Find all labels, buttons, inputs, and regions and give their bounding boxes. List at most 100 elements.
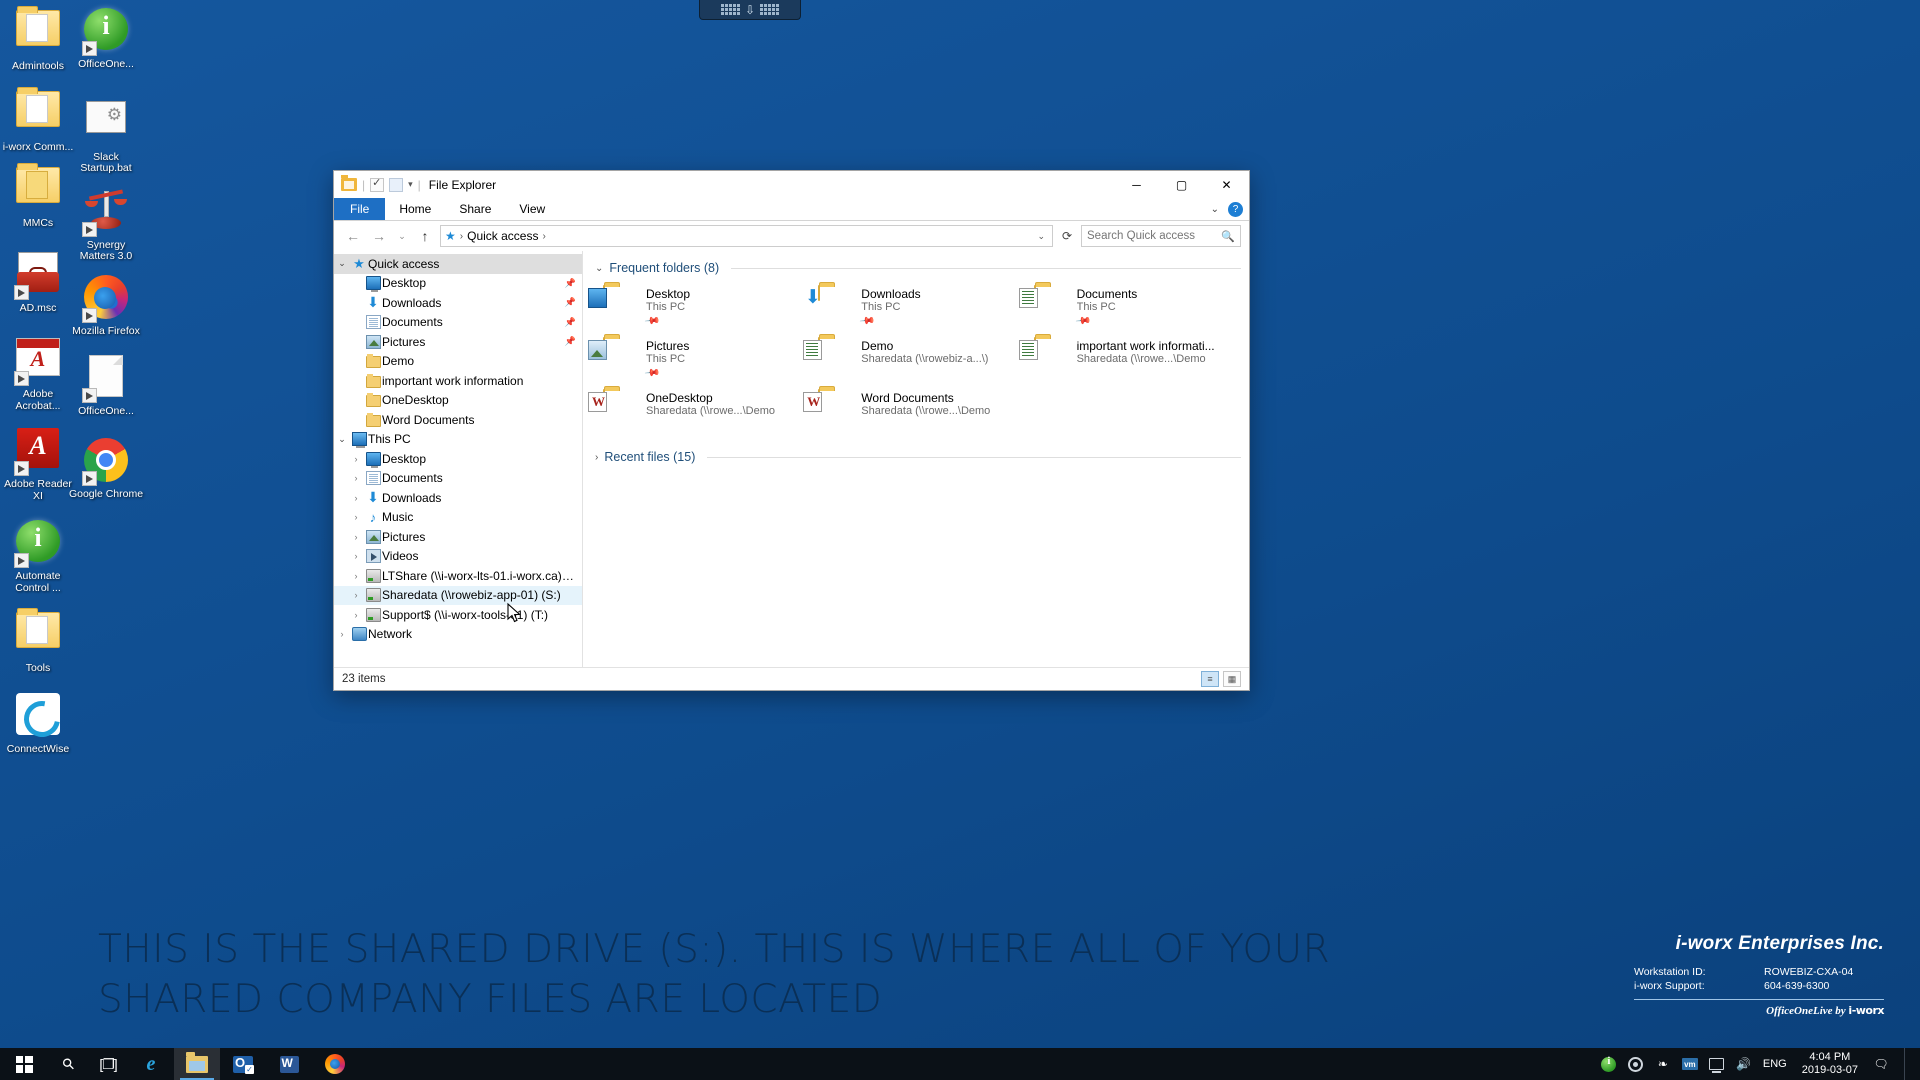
tab-share[interactable]: Share (445, 198, 505, 220)
taskbar-app-internet-explorer[interactable]: e (128, 1048, 174, 1080)
tree-item-word-documents[interactable]: Word Documents (334, 410, 582, 430)
pin-icon[interactable]: 📌 (1075, 313, 1092, 329)
chevron-down-icon[interactable]: ⌄ (1037, 231, 1048, 242)
taskbar[interactable]: ⚲ [❐] e ✓ ❧ vm 🔊 ENG 4:04 PM 2019-03-07 … (0, 1048, 1920, 1080)
desktop-icon-admintools[interactable]: Admintools (0, 6, 76, 73)
desktop-icon-officeone-2[interactable]: OfficeOne... (68, 355, 144, 418)
taskbar-search-button[interactable]: ⚲ (48, 1048, 88, 1080)
file-explorer-window[interactable]: | ▾ | File Explorer ─ ▢ ✕ File Home Shar… (333, 170, 1250, 691)
chevron-right-icon[interactable]: › (348, 454, 364, 464)
search-input[interactable]: Search Quick access 🔍 (1081, 225, 1241, 247)
tree-item-network[interactable]: › Network (334, 625, 582, 645)
chevron-right-icon[interactable]: › (348, 571, 364, 581)
window-titlebar[interactable]: | ▾ | File Explorer ─ ▢ ✕ (334, 171, 1249, 198)
new-folder-icon[interactable] (389, 177, 404, 192)
frequent-folders-header[interactable]: ⌄ Frequent folders (8) (595, 261, 1241, 275)
system-tray[interactable]: ❧ vm 🔊 ENG 4:04 PM 2019-03-07 🗨 (1601, 1048, 1920, 1080)
desktop-icon-adobe-reader[interactable]: A Adobe Reader XI (0, 428, 76, 502)
tree-item-downloads[interactable]: › ⬇ Downloads (334, 488, 582, 508)
frequent-folder-tile[interactable]: Demo Sharedata (\\rowebiz-a...\) (803, 335, 1025, 387)
desktop-icon-adobe-acrobat[interactable]: A Adobe Acrobat... (0, 338, 76, 412)
chevron-right-icon[interactable]: › (348, 590, 364, 600)
floating-connection-bar[interactable]: ⇩ (699, 0, 801, 20)
desktop-icon-slack-startup-bat[interactable]: ⚙ Slack Startup.bat (68, 100, 144, 175)
chevron-right-icon[interactable]: › (348, 532, 364, 542)
quick-access-toolbar[interactable]: | ▾ | (341, 175, 421, 192)
recent-files-header[interactable]: › Recent files (15) (595, 450, 1241, 464)
desktop-icon-automate-control[interactable]: Automate Control ... (0, 520, 76, 594)
tree-item-music[interactable]: › ♪ Music (334, 508, 582, 528)
taskbar-app-outlook[interactable]: ✓ (220, 1048, 266, 1080)
tree-item-quick-access[interactable]: ⌄ ★ Quick access (334, 254, 582, 274)
forward-button[interactable]: → (368, 225, 390, 247)
frequent-folder-tile[interactable]: Word DocumentsSharedata (\\rowe...\Demo (803, 387, 1025, 432)
slack-tray-icon[interactable]: ❧ (1655, 1056, 1671, 1072)
tree-item-support-i-worx-tools-01-t[interactable]: › Support$ (\\i-worx-tools-01) (T:) (334, 605, 582, 625)
chevron-right-icon[interactable]: › (348, 551, 364, 561)
network-tray-icon[interactable] (1709, 1056, 1725, 1073)
frequent-folder-tile[interactable]: OneDesktopSharedata (\\rowe...\Demo (588, 387, 810, 432)
large-icons-view-icon[interactable]: ▦ (1223, 671, 1241, 687)
tree-item-demo[interactable]: Demo (334, 352, 582, 372)
tree-item-important-work-information[interactable]: important work information (334, 371, 582, 391)
action-center-icon[interactable]: 🗨 (1873, 1056, 1889, 1072)
taskbar-app-firefox[interactable] (312, 1048, 358, 1080)
desktop-icon-synergy-matters[interactable]: Synergy Matters 3.0 (68, 189, 144, 263)
pin-icon[interactable]: 📌 (565, 278, 576, 289)
tree-item-pictures[interactable]: Pictures 📌 (334, 332, 582, 352)
start-button[interactable] (0, 1048, 48, 1080)
chevron-down-icon[interactable]: ⌄ (334, 258, 350, 269)
ribbon-tab-bar[interactable]: File Home Share View ⌄ ? (334, 198, 1249, 221)
back-button[interactable]: ← (342, 225, 364, 247)
tree-item-documents[interactable]: › Documents (334, 469, 582, 489)
chevron-right-icon[interactable]: › (348, 493, 364, 503)
tree-item-onedesktop[interactable]: OneDesktop (334, 391, 582, 411)
chevron-right-icon[interactable]: › (348, 473, 364, 483)
tree-item-videos[interactable]: › Videos (334, 547, 582, 567)
view-buttons[interactable]: ≡ ▦ (1201, 671, 1241, 687)
recent-locations-button[interactable]: ⌄ (394, 225, 410, 247)
pin-down-icon[interactable]: ⇩ (745, 4, 755, 16)
up-button[interactable]: ↑ (414, 225, 436, 247)
automate-tray-icon[interactable] (1601, 1055, 1617, 1072)
chevron-right-icon[interactable]: › (348, 512, 364, 522)
pin-icon[interactable]: 📌 (565, 297, 576, 308)
pin-icon[interactable]: 📌 (859, 313, 876, 329)
help-icon[interactable]: ? (1228, 202, 1243, 217)
frequent-folder-tile[interactable]: important work informati... Sharedata (\\… (1018, 335, 1241, 387)
connectwise-tray-icon[interactable] (1628, 1056, 1644, 1072)
desktop-icon-google-chrome[interactable]: Google Chrome (68, 437, 144, 501)
maximize-button[interactable]: ▢ (1159, 171, 1204, 198)
frequent-folder-tile[interactable]: Documents This PC 📌 (1018, 283, 1241, 335)
chevron-right-icon[interactable]: › (334, 629, 350, 639)
chevron-right-icon[interactable]: › (595, 452, 598, 463)
properties-checkbox-icon[interactable] (370, 176, 385, 192)
chevron-down-icon[interactable]: ▾ (408, 179, 413, 190)
desktop-icon-connectwise[interactable]: ConnectWise (0, 692, 76, 756)
frequent-folder-tile[interactable]: ⬇ Downloads This PC 📌 (805, 283, 1025, 335)
tree-item-pictures[interactable]: › Pictures (334, 527, 582, 547)
chevron-down-icon[interactable]: ⌄ (595, 263, 603, 274)
ribbon-right-controls[interactable]: ⌄ ? (1211, 198, 1243, 221)
taskbar-clock[interactable]: 4:04 PM 2019-03-07 (1798, 1051, 1862, 1077)
tab-view[interactable]: View (505, 198, 559, 220)
chevron-down-icon[interactable]: ⌄ (1211, 204, 1219, 215)
tree-item-downloads[interactable]: ⬇ Downloads 📌 (334, 293, 582, 313)
vmware-tray-icon[interactable]: vm (1681, 1056, 1698, 1072)
desktop-icon-mmcs[interactable]: MMCs (0, 163, 76, 230)
pin-icon[interactable]: 📌 (644, 313, 661, 329)
tab-home[interactable]: Home (385, 198, 445, 220)
close-button[interactable]: ✕ (1204, 171, 1249, 198)
pin-icon[interactable]: 📌 (644, 365, 661, 381)
show-desktop-button[interactable] (1904, 1048, 1912, 1080)
chevron-down-icon[interactable]: ⌄ (334, 434, 350, 445)
tree-item-ltshare-i-worx-lts-01-i-worx-ca-l[interactable]: › LTShare (\\i-worx-lts-01.i-worx.ca) (L:… (334, 566, 582, 586)
tree-item-documents[interactable]: Documents 📌 (334, 313, 582, 333)
tree-item-desktop[interactable]: › Desktop (334, 449, 582, 469)
pin-icon[interactable]: 📌 (565, 336, 576, 347)
desktop-icon-officeone-1[interactable]: OfficeOne... (68, 8, 144, 71)
frequent-folder-tile[interactable]: Pictures This PC 📌 (588, 335, 810, 387)
navigation-pane[interactable]: ⌄ ★ Quick access Desktop 📌 ⬇ Downloads 📌 Documen… (334, 251, 583, 667)
desktop-icon-iworx-comm[interactable]: i-worx Comm... (0, 86, 76, 154)
search-icon[interactable]: 🔍 (1221, 230, 1235, 243)
